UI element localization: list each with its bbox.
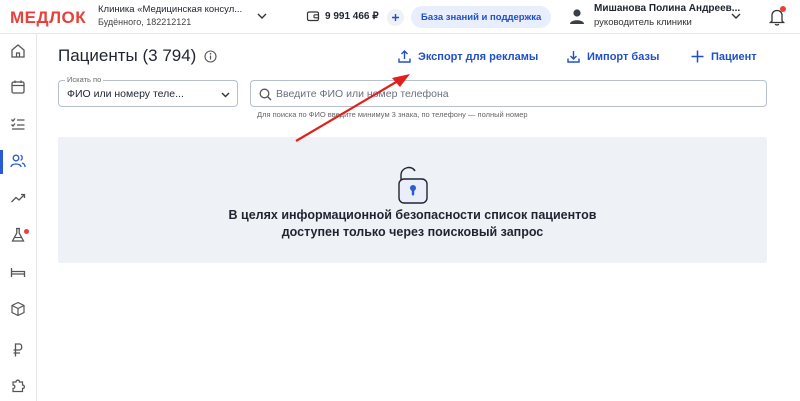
page-title: Пациенты (3 794): [58, 46, 217, 66]
sidebar-item-analytics[interactable]: [9, 189, 27, 207]
user-avatar-icon[interactable]: [568, 7, 586, 25]
bed-icon: [10, 268, 26, 277]
sidebar-item-calendar[interactable]: [9, 78, 27, 96]
search-placeholder: Введите ФИО или номер телефона: [276, 88, 449, 100]
patient-search-input[interactable]: Введите ФИО или номер телефона: [250, 80, 767, 107]
chevron-down-icon[interactable]: [730, 10, 742, 22]
export-label: Экспорт для рекламы: [418, 50, 539, 63]
home-icon: [11, 44, 25, 58]
sidebar-item-lab[interactable]: [9, 226, 27, 244]
sidebar-item-finance[interactable]: [9, 341, 27, 359]
sidebar-item-integrations[interactable]: [9, 376, 27, 394]
sidebar-item-tasks[interactable]: [9, 115, 27, 133]
sidebar-item-inventory[interactable]: [9, 300, 27, 318]
lock-icon: [398, 166, 428, 204]
box-icon: [11, 301, 25, 317]
add-patient-label: Пациент: [711, 50, 757, 63]
clinic-address: Будённого, 182212121: [98, 17, 192, 27]
active-indicator: [0, 150, 3, 174]
page-title-text: Пациенты (3 794): [58, 46, 197, 65]
top-up-button[interactable]: [387, 9, 404, 26]
upload-icon: [398, 50, 411, 63]
lab-flask-icon: [11, 227, 25, 242]
patients-icon: [10, 154, 26, 168]
analytics-icon: [11, 193, 26, 203]
ruble-icon: [13, 343, 23, 357]
search-by-label: Искать по: [65, 75, 104, 84]
user-role: руководитель клиники: [594, 17, 692, 28]
plus-icon: [392, 14, 399, 21]
puzzle-icon: [12, 379, 25, 393]
chevron-down-icon[interactable]: [256, 10, 268, 22]
sidebar-item-home[interactable]: [9, 42, 27, 60]
import-database-button[interactable]: Импорт базы: [566, 49, 659, 64]
knowledge-base-button[interactable]: База знаний и поддержка: [411, 6, 552, 28]
sidebar-item-beds[interactable]: [9, 263, 27, 281]
download-icon: [567, 51, 580, 63]
user-name: Мишанова Полина Андреев...: [594, 3, 741, 14]
balance: 9 991 466 ₽: [306, 9, 379, 23]
import-label: Импорт базы: [587, 50, 660, 63]
plus-icon: [691, 50, 704, 63]
export-for-ads-button[interactable]: Экспорт для рекламы: [397, 49, 538, 64]
calendar-icon: [11, 80, 25, 94]
clinic-name: Клиника «Медицинская консул...: [98, 4, 243, 15]
empty-state-line-2: доступен только через поисковый запрос: [281, 225, 544, 239]
info-icon[interactable]: [204, 49, 217, 63]
sidebar-item-patients[interactable]: [9, 152, 27, 170]
search-by-select[interactable]: Искать по ФИО или номеру теле...: [58, 75, 238, 107]
search-hint: Для поиска по ФИО введите минимум 3 знак…: [257, 110, 528, 119]
top-bar: МЕДЛОК Клиника «Медицинская консул... Бу…: [0, 0, 800, 34]
chevron-down-icon: [221, 92, 230, 98]
notification-badge: [780, 6, 786, 12]
user-menu[interactable]: Мишанова Полина Андреев... руководитель …: [594, 3, 740, 29]
clinic-selector[interactable]: Клиника «Медицинская консул... Будённого…: [98, 4, 242, 28]
empty-state-line-1: В целях информационной безопасности спис…: [228, 208, 597, 222]
empty-state-message: В целях информационной безопасности спис…: [58, 207, 767, 241]
task-list-icon: [11, 118, 25, 130]
wallet-icon: [306, 11, 320, 22]
add-patient-button[interactable]: Пациент: [690, 49, 757, 64]
app-logo[interactable]: МЕДЛОК: [10, 8, 86, 28]
search-by-value: ФИО или номеру теле...: [67, 88, 184, 100]
search-icon: [259, 88, 272, 101]
balance-amount: 9 991 466 ₽: [325, 10, 379, 22]
